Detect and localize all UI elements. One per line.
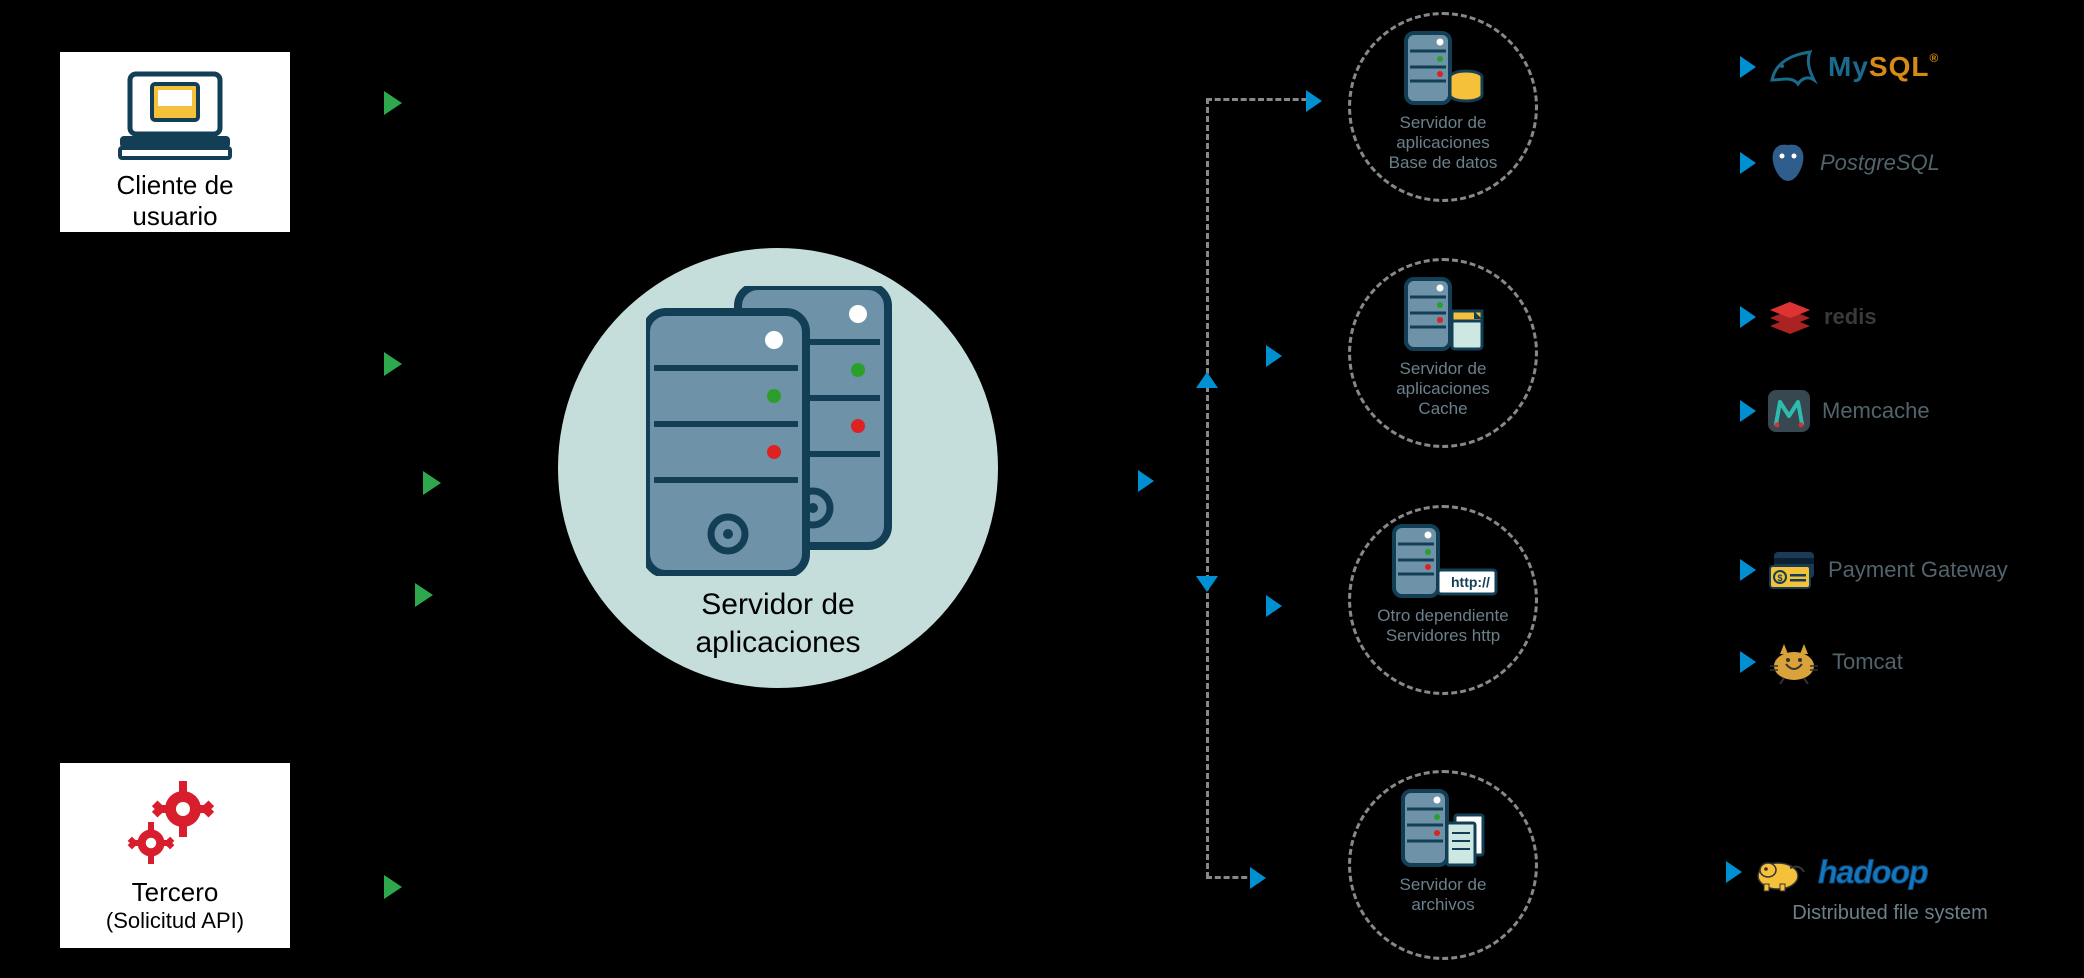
tomcat-text: Tomcat bbox=[1832, 649, 1903, 675]
http-badge: http:// bbox=[1451, 574, 1490, 590]
arrow-third bbox=[384, 875, 402, 899]
tomcat-icon bbox=[1766, 640, 1822, 684]
tech-redis-arrow bbox=[1740, 306, 1756, 328]
app-server-label: Servidor de aplicaciones bbox=[558, 586, 998, 661]
tech-postgres: PostgreSQL bbox=[1740, 140, 1940, 186]
arrow-to-db bbox=[1306, 90, 1322, 112]
tech-memcache: Memcache bbox=[1740, 388, 1930, 434]
mysql-icon bbox=[1766, 46, 1818, 88]
redis-icon bbox=[1766, 296, 1814, 338]
bus-vertical bbox=[1206, 98, 1209, 878]
http-l2: Servidores http bbox=[1386, 626, 1500, 645]
app-server-label-2: aplicaciones bbox=[695, 626, 860, 659]
tech-postgres-arrow bbox=[1740, 152, 1756, 174]
client-label-1: Cliente de bbox=[74, 170, 276, 201]
db-l1: Servidor de bbox=[1400, 113, 1487, 132]
arrow-mid bbox=[423, 471, 441, 495]
arrow-mid-upper bbox=[384, 352, 402, 376]
redis-text: redis bbox=[1824, 304, 1877, 330]
arrow-bus-down bbox=[1196, 576, 1218, 592]
server-stack-icon bbox=[646, 286, 906, 576]
tech-payment-arrow bbox=[1740, 559, 1756, 581]
payment-icon: $ bbox=[1766, 548, 1818, 592]
bus-to-file bbox=[1206, 876, 1256, 879]
arrow-to-file bbox=[1250, 867, 1266, 889]
cache-circle: Servidor de aplicaciones Cache bbox=[1348, 258, 1538, 448]
memcache-icon bbox=[1766, 388, 1812, 434]
hadoop-sub: Distributed file system bbox=[1760, 902, 2020, 925]
cache-l2: aplicaciones bbox=[1396, 379, 1490, 398]
arrow-client-top bbox=[384, 91, 402, 115]
db-circle: Servidor de aplicaciones Base de datos bbox=[1348, 12, 1538, 202]
svg-text:$: $ bbox=[1777, 573, 1782, 583]
mysql-text: MySQL® bbox=[1828, 51, 1939, 83]
server-db-icon bbox=[1400, 29, 1486, 107]
cache-l3: Cache bbox=[1418, 399, 1467, 418]
arrow-to-cache bbox=[1266, 345, 1282, 367]
hadoop-icon bbox=[1752, 850, 1808, 894]
tech-memcache-arrow bbox=[1740, 400, 1756, 422]
arrow-bus-up bbox=[1196, 372, 1218, 388]
tech-mysql: MySQL® bbox=[1740, 46, 1939, 88]
server-file-icon bbox=[1397, 787, 1489, 869]
http-l1: Otro dependiente bbox=[1377, 606, 1508, 625]
server-cache-icon bbox=[1400, 275, 1486, 353]
file-circle: Servidor de archivos bbox=[1348, 770, 1538, 960]
third-label-2: (Solicitud API) bbox=[74, 908, 276, 934]
app-server-circle: Servidor de aplicaciones bbox=[558, 248, 998, 688]
payment-text: Payment Gateway bbox=[1828, 557, 2008, 583]
client-node: Cliente de usuario bbox=[60, 52, 290, 232]
file-l1: Servidor de bbox=[1400, 875, 1487, 894]
tech-tomcat: Tomcat bbox=[1740, 640, 1903, 684]
app-server-label-1: Servidor de bbox=[701, 588, 854, 621]
cache-l1: Servidor de bbox=[1400, 359, 1487, 378]
postgres-text: PostgreSQL bbox=[1820, 150, 1940, 176]
tech-hadoop-arrow bbox=[1726, 861, 1742, 883]
http-circle: http:// Otro dependiente Servidores http bbox=[1348, 505, 1538, 695]
tech-mysql-arrow bbox=[1740, 56, 1756, 78]
third-party-node: Tercero (Solicitud API) bbox=[60, 763, 290, 948]
laptop-icon bbox=[110, 66, 240, 166]
client-label-2: usuario bbox=[74, 201, 276, 232]
tech-payment: $ Payment Gateway bbox=[1740, 548, 2008, 592]
third-label-1: Tercero bbox=[74, 877, 276, 908]
gears-icon bbox=[115, 775, 235, 875]
bus-to-db bbox=[1206, 98, 1316, 101]
hadoop-text: hadoop bbox=[1818, 854, 1928, 891]
arrow-to-http bbox=[1266, 595, 1282, 617]
db-l3: Base de datos bbox=[1389, 153, 1498, 172]
tech-redis: redis bbox=[1740, 296, 1877, 338]
arrow-center-out bbox=[1138, 470, 1154, 492]
tech-tomcat-arrow bbox=[1740, 651, 1756, 673]
db-l2: aplicaciones bbox=[1396, 133, 1490, 152]
postgres-icon bbox=[1766, 140, 1810, 186]
arrow-mid-lower bbox=[415, 583, 433, 607]
file-l2: archivos bbox=[1411, 895, 1474, 914]
tech-hadoop: hadoop bbox=[1726, 850, 1928, 894]
memcache-text: Memcache bbox=[1822, 398, 1930, 424]
